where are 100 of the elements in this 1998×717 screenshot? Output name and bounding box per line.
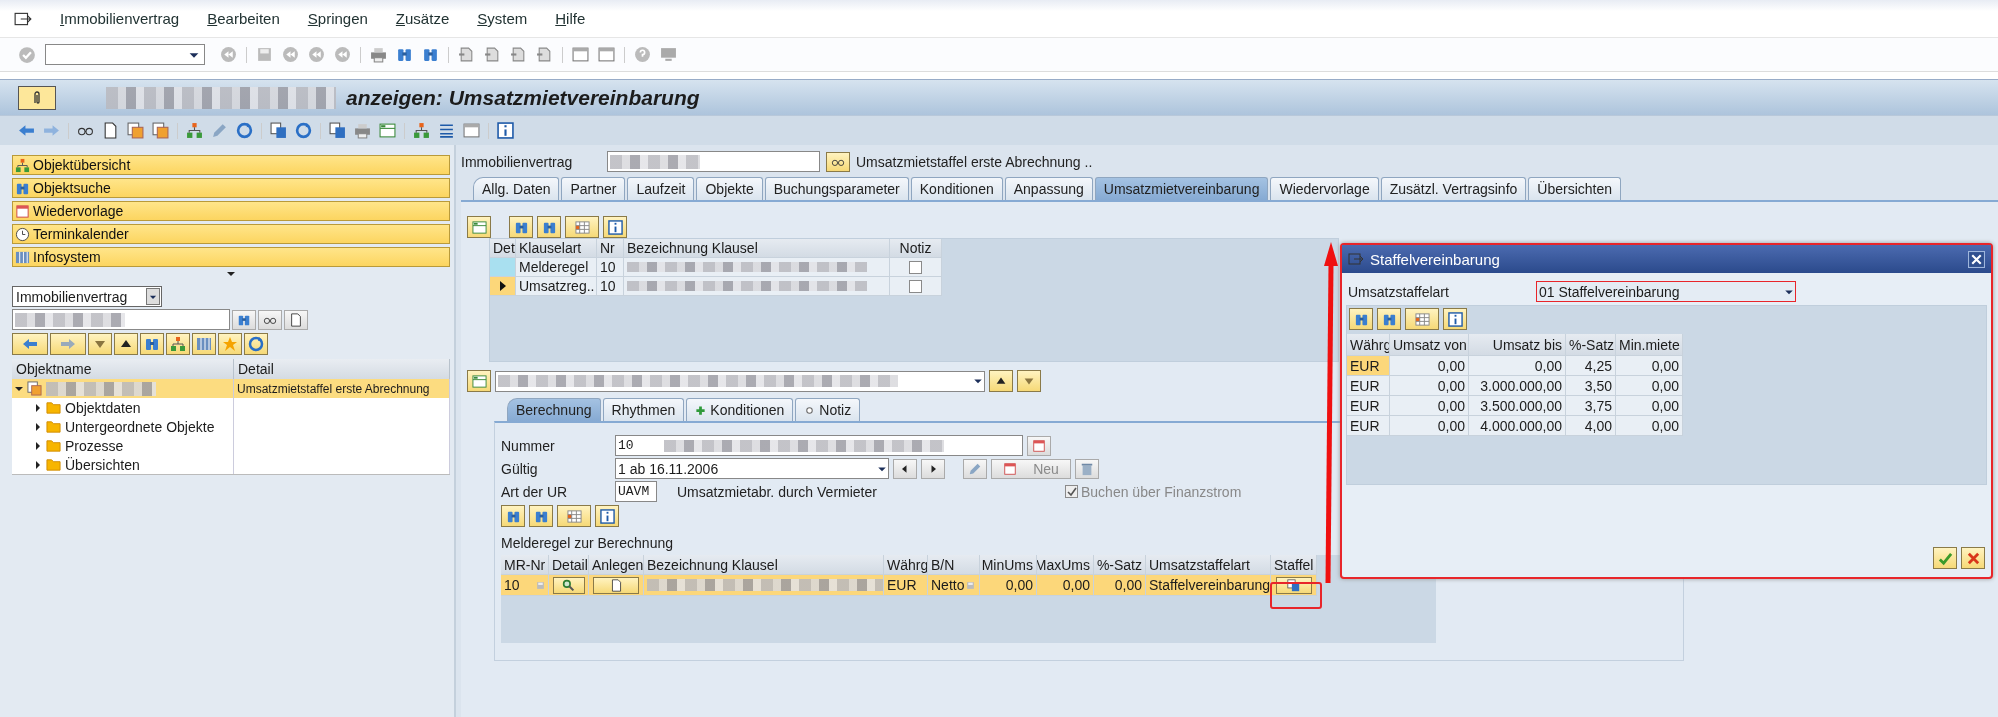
binoculars-button[interactable]	[140, 333, 164, 355]
copy-icon[interactable]	[329, 122, 346, 139]
menu-item[interactable]: Hilfe	[555, 10, 586, 27]
table-cell[interactable]: EUR	[1347, 376, 1390, 396]
document-icon[interactable]	[102, 122, 119, 139]
left-arrow-button[interactable]	[12, 333, 48, 355]
menu-item[interactable]: System	[477, 10, 528, 27]
expander-icon[interactable]	[15, 384, 23, 393]
window-icon[interactable]	[598, 46, 615, 63]
binoculars-button[interactable]	[509, 216, 533, 238]
edit-button[interactable]	[963, 458, 987, 479]
tab[interactable]: Notiz	[795, 398, 861, 421]
binoculars-icon[interactable]	[422, 46, 439, 63]
menu-item[interactable]: Springen	[307, 10, 368, 27]
create-button[interactable]	[593, 576, 639, 594]
tab[interactable]: Anpassung	[1004, 177, 1093, 200]
info-button[interactable]	[595, 505, 619, 527]
layout-button[interactable]	[565, 216, 599, 238]
info-button[interactable]	[1443, 308, 1467, 330]
confirm-button[interactable]	[1933, 547, 1957, 569]
menu-item[interactable]: Bearbeiten	[207, 10, 280, 27]
triangle-up-button[interactable]	[114, 333, 138, 355]
nav-button[interactable]: Terminkalender	[12, 224, 450, 244]
tab[interactable]: Zusätzl. Vertragsinfo	[1380, 177, 1527, 200]
expander-icon[interactable]	[34, 460, 42, 469]
binoculars-icon[interactable]	[396, 46, 413, 63]
menu-item[interactable]: Immobilienvertrag	[60, 10, 180, 27]
attachment-button[interactable]	[18, 85, 56, 110]
check-circle-icon[interactable]	[18, 45, 36, 64]
calendar-button[interactable]	[1027, 435, 1051, 456]
triangle-down-button[interactable]	[88, 333, 112, 355]
list-lines-icon[interactable]	[438, 122, 455, 139]
tab[interactable]: Umsatzmietvereinbarung	[1094, 177, 1269, 200]
entry-icon[interactable]	[379, 122, 396, 139]
note-checkbox[interactable]	[909, 279, 922, 293]
nav-button[interactable]: Objektsuche	[12, 178, 450, 198]
note-checkbox[interactable]	[909, 260, 922, 274]
new-button[interactable]	[284, 309, 308, 330]
expander-icon[interactable]	[34, 441, 42, 450]
tree-row[interactable]: Umsatzmietstaffel erste Abrechnung	[12, 379, 450, 398]
page-stack-icon[interactable]	[127, 122, 144, 139]
hierarchy-icon[interactable]	[186, 122, 203, 139]
previous-button[interactable]	[989, 370, 1013, 392]
printer-icon[interactable]	[354, 122, 371, 139]
table-cell[interactable]: EUR	[1347, 396, 1390, 416]
search-field[interactable]	[12, 309, 230, 330]
tab[interactable]: Buchungsparameter	[764, 177, 909, 200]
row-selector[interactable]	[490, 277, 516, 296]
binoculars-button[interactable]	[501, 505, 525, 527]
hierarchy-button[interactable]	[166, 333, 190, 355]
tree-row[interactable]: Untergeordnete Objekte	[12, 417, 450, 436]
staffel-type-select[interactable]: 01 Staffelvereinbarung	[1536, 281, 1796, 302]
doc-arrow-icon[interactable]	[484, 46, 501, 63]
binoculars-button[interactable]	[1377, 308, 1401, 330]
table-cell[interactable]: EUR	[1347, 356, 1390, 376]
search-button[interactable]	[232, 309, 256, 330]
grid-button[interactable]	[192, 333, 216, 355]
info-icon[interactable]	[497, 122, 514, 139]
contract-field[interactable]	[607, 151, 820, 172]
doc-arrow-icon[interactable]	[510, 46, 527, 63]
cancel-button[interactable]	[1961, 547, 1985, 569]
entry-button[interactable]	[467, 216, 491, 238]
previous-button[interactable]	[893, 458, 917, 479]
binoculars-button[interactable]	[1349, 308, 1373, 330]
tree-row[interactable]: Übersichten	[12, 455, 450, 474]
tree-row[interactable]: Prozesse	[12, 436, 450, 455]
menu-item[interactable]: Zusätze	[395, 10, 450, 27]
validity-select[interactable]: 1 ab 16.11.2006	[615, 458, 889, 479]
copy-icon[interactable]	[270, 122, 287, 139]
close-icon[interactable]	[1968, 250, 1985, 268]
hierarchy-icon[interactable]	[413, 122, 430, 139]
command-field[interactable]	[45, 44, 205, 65]
tab[interactable]: Konditionen	[910, 177, 1003, 200]
display-button[interactable]	[826, 151, 850, 172]
layout-button[interactable]	[1405, 308, 1439, 330]
doc-arrow-icon[interactable]	[458, 46, 475, 63]
tab[interactable]: Konditionen	[686, 398, 794, 421]
tab[interactable]: Übersichten	[1528, 177, 1621, 200]
object-type-select[interactable]: Immobilienvertrag	[12, 286, 162, 307]
tab[interactable]: Berechnung	[507, 398, 601, 421]
display-button[interactable]	[258, 309, 282, 330]
binoculars-button[interactable]	[537, 216, 561, 238]
monitor-icon[interactable]	[660, 46, 677, 63]
entry-button[interactable]	[467, 370, 491, 392]
info-button[interactable]	[603, 216, 627, 238]
tab[interactable]: Partner	[561, 177, 626, 200]
binoculars-button[interactable]	[529, 505, 553, 527]
tab[interactable]: Laufzeit	[627, 177, 695, 200]
collapse-icon[interactable]	[226, 270, 236, 278]
nav-button[interactable]: Infosystem	[12, 247, 450, 267]
tab[interactable]: Wiedervorlage	[1270, 177, 1379, 200]
tab[interactable]: Allg. Daten	[473, 177, 560, 200]
next-button[interactable]	[921, 458, 945, 479]
expander-icon[interactable]	[34, 422, 42, 431]
doc-arrow-icon[interactable]	[536, 46, 553, 63]
page-stack-icon[interactable]	[152, 122, 169, 139]
window-icon[interactable]	[572, 46, 589, 63]
nav-button[interactable]: Objektübersicht	[12, 155, 450, 175]
expander-icon[interactable]	[34, 403, 42, 412]
detail-button[interactable]	[552, 576, 585, 594]
